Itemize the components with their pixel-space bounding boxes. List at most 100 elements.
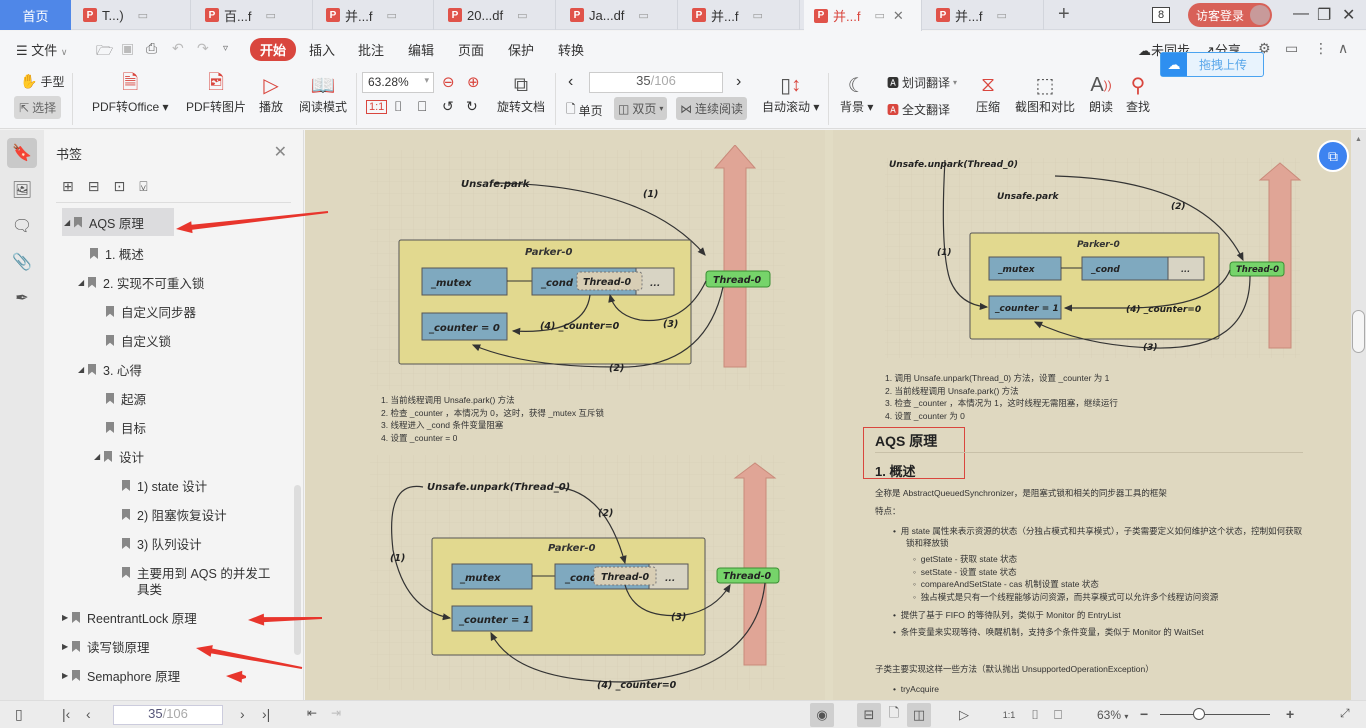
zoom-slider-knob[interactable] bbox=[1192, 708, 1205, 720]
fit-page-icon[interactable]: ⌷ bbox=[1023, 703, 1047, 727]
thumbnail-panel-icon[interactable]: 🖼 bbox=[7, 175, 37, 205]
rotate-right-icon[interactable]: ↻ bbox=[466, 98, 478, 115]
bookmark-item[interactable]: ▶ ReentrantLock 原理 bbox=[62, 608, 197, 627]
menu-tab-start[interactable]: 开始 bbox=[250, 38, 297, 61]
open-folder-icon[interactable]: 🗁 bbox=[96, 40, 113, 64]
screenshot-compare-button[interactable]: ⬚ 截图和对比 bbox=[1015, 72, 1075, 115]
close-tab-icon[interactable]: ✕ bbox=[893, 8, 904, 24]
zoom-select[interactable]: 63.28% ▾ bbox=[362, 72, 434, 93]
collapse-ribbon-icon[interactable]: ∧ bbox=[1338, 40, 1348, 57]
menu-tab-page[interactable]: 页面 bbox=[458, 40, 484, 59]
bookmark-panel-icon[interactable]: 🔖 bbox=[7, 138, 37, 168]
play-icon[interactable]: ▷ bbox=[952, 703, 976, 727]
prev-page-icon[interactable]: ‹ bbox=[568, 73, 573, 91]
continuous-read-button[interactable]: ⋈ 连续阅读 bbox=[676, 97, 748, 120]
save-icon[interactable]: ▣ bbox=[121, 40, 134, 57]
menu-tab-convert[interactable]: 转换 bbox=[558, 40, 584, 59]
file-menu[interactable]: ☰ 文件 ∨ bbox=[16, 40, 68, 59]
window-count-badge[interactable]: 8 bbox=[1152, 7, 1170, 23]
toggle-sidebar-icon[interactable]: ▯ bbox=[15, 706, 23, 723]
bookmark-item[interactable]: ◢ 设计 bbox=[94, 447, 144, 466]
hand-tool[interactable]: ✋ 手型 bbox=[20, 73, 64, 90]
tab-document[interactable]: P 百...f ▭ bbox=[195, 0, 313, 30]
forward-icon[interactable]: ⇥ bbox=[331, 706, 341, 720]
collapse-toggle-icon[interactable]: ◢ bbox=[64, 218, 74, 227]
continuous-view-icon[interactable]: ⊟ bbox=[857, 703, 881, 727]
double-view-icon[interactable]: ◫ bbox=[907, 703, 931, 727]
scrollbar-thumb[interactable] bbox=[1352, 310, 1365, 353]
read-mode-button[interactable]: 📖 阅读模式 bbox=[299, 72, 347, 115]
fit-width-icon[interactable]: ⎕ bbox=[1046, 703, 1070, 727]
page-number-input[interactable]: 35/106 bbox=[589, 72, 723, 93]
collapse-toggle-icon[interactable]: ◢ bbox=[94, 452, 104, 461]
read-aloud-button[interactable]: A)) 朗读 bbox=[1089, 72, 1113, 115]
collapse-toggle-icon[interactable]: ◢ bbox=[78, 278, 88, 287]
fit-width-icon[interactable]: ⎕ bbox=[418, 98, 426, 115]
tab-document[interactable]: P 并...f ▭ bbox=[682, 0, 800, 30]
tab-document[interactable]: P T...) ▭ bbox=[73, 0, 191, 30]
zoom-out-button[interactable]: − bbox=[1140, 706, 1148, 722]
expand-toggle-icon[interactable]: ▶ bbox=[62, 671, 72, 680]
full-translate-button[interactable]: 🅰 全文翻译 bbox=[887, 101, 950, 118]
zoom-select[interactable]: 63% ▾ bbox=[1097, 708, 1128, 722]
signature-panel-icon[interactable]: ✒ bbox=[7, 283, 37, 313]
bookmark-item[interactable]: 目标 bbox=[106, 418, 146, 437]
zoom-slider[interactable] bbox=[1160, 708, 1270, 720]
rotate-left-icon[interactable]: ↺ bbox=[442, 98, 454, 115]
bookmark-item[interactable]: ◢ 3. 心得 bbox=[78, 360, 142, 379]
bookmark-item[interactable]: ◢ 2. 实现不可重入锁 bbox=[78, 273, 204, 292]
add-bookmark-icon[interactable]: ⊡ bbox=[113, 178, 125, 195]
bookmark-item[interactable]: ▶ 读写锁原理 bbox=[62, 637, 150, 656]
actual-size-icon[interactable]: 1:1 bbox=[366, 100, 388, 114]
next-page-icon[interactable]: › bbox=[736, 73, 741, 91]
redo-icon[interactable]: ↷ bbox=[197, 40, 209, 57]
page-number-input[interactable]: 35/106 bbox=[113, 705, 223, 725]
bookmark-item[interactable]: ▶ Semaphore 原理 bbox=[62, 666, 180, 685]
compress-button[interactable]: ⧖ 压缩 bbox=[976, 72, 1000, 115]
feedback-icon[interactable]: ▭ bbox=[1285, 40, 1298, 57]
attachment-panel-icon[interactable]: 📎 bbox=[7, 247, 37, 277]
close-window-icon[interactable]: ✕ bbox=[1342, 5, 1355, 25]
document-scrollbar[interactable]: ▲ bbox=[1351, 130, 1366, 700]
tab-document[interactable]: P 并...f ▭ bbox=[926, 0, 1044, 30]
bookmark-item[interactable]: ◢ AQS 原理 bbox=[62, 208, 174, 236]
menu-tab-protect[interactable]: 保护 bbox=[508, 40, 534, 59]
collapse-all-icon[interactable]: ⊟ bbox=[88, 178, 100, 195]
prev-page-icon[interactable]: ‹ bbox=[86, 706, 91, 722]
delete-bookmark-icon[interactable]: ⍌ bbox=[139, 178, 147, 195]
rotate-document-button[interactable]: ⧉ 旋转文档 bbox=[497, 72, 545, 115]
double-page-button[interactable]: ◫ 双页 ▾ bbox=[614, 97, 668, 120]
menu-tab-edit[interactable]: 编辑 bbox=[408, 40, 434, 59]
single-page-button[interactable]: 🗋 单页 bbox=[566, 100, 603, 121]
bookmark-item[interactable]: 自定义同步器 bbox=[106, 302, 196, 321]
floating-convert-button[interactable]: ⧉ bbox=[1317, 140, 1349, 172]
tab-home[interactable]: 首页 bbox=[0, 0, 71, 30]
select-tool[interactable]: ⇱ 选择 bbox=[14, 96, 62, 119]
tab-document-active[interactable]: P 并...f ▭ ✕ bbox=[804, 0, 922, 31]
eye-protect-icon[interactable]: ◉ bbox=[810, 703, 834, 727]
word-translate-button[interactable]: 🅰 划词翻译 ▾ bbox=[887, 74, 957, 91]
menu-tab-annotate[interactable]: 批注 bbox=[358, 40, 384, 59]
minimize-icon[interactable]: — bbox=[1293, 5, 1309, 23]
pdf-to-image-button[interactable]: 🖻 PDF转图片 bbox=[186, 72, 246, 115]
restore-icon[interactable]: ❐ bbox=[1317, 5, 1331, 25]
play-button[interactable]: ▷ 播放 bbox=[259, 72, 283, 115]
zoom-out-icon[interactable]: ⊖ bbox=[442, 73, 455, 91]
drag-upload-popup[interactable]: ☁ 拖拽上传 bbox=[1160, 52, 1264, 77]
guest-login-button[interactable]: 访客登录 bbox=[1188, 3, 1272, 27]
bookmark-item[interactable]: 1. 概述 bbox=[90, 244, 144, 263]
pdf-to-office-button[interactable]: 🗎 PDF转Office ▾ bbox=[92, 72, 169, 115]
fit-page-icon[interactable]: ⌷ bbox=[394, 98, 402, 115]
tab-document[interactable]: P Ja...df ▭ bbox=[560, 0, 678, 30]
single-view-icon[interactable]: 🗋 bbox=[882, 703, 906, 727]
bookmark-item[interactable]: 自定义锁 bbox=[106, 331, 171, 350]
bookmark-item[interactable]: 1) state 设计 bbox=[122, 476, 207, 495]
customize-icon[interactable]: ▿ bbox=[223, 43, 228, 54]
print-icon[interactable]: ⎙ bbox=[146, 40, 157, 57]
more-icon[interactable]: ⋮ bbox=[1314, 40, 1328, 57]
expand-toggle-icon[interactable]: ▶ bbox=[62, 642, 72, 651]
expand-toggle-icon[interactable]: ▶ bbox=[62, 613, 72, 622]
zoom-in-button[interactable]: + bbox=[1286, 706, 1294, 722]
auto-scroll-button[interactable]: ▯ ↕ 自动滚动 ▾ bbox=[762, 72, 819, 115]
bookmark-item[interactable]: 2) 阻塞恢复设计 bbox=[122, 505, 227, 524]
